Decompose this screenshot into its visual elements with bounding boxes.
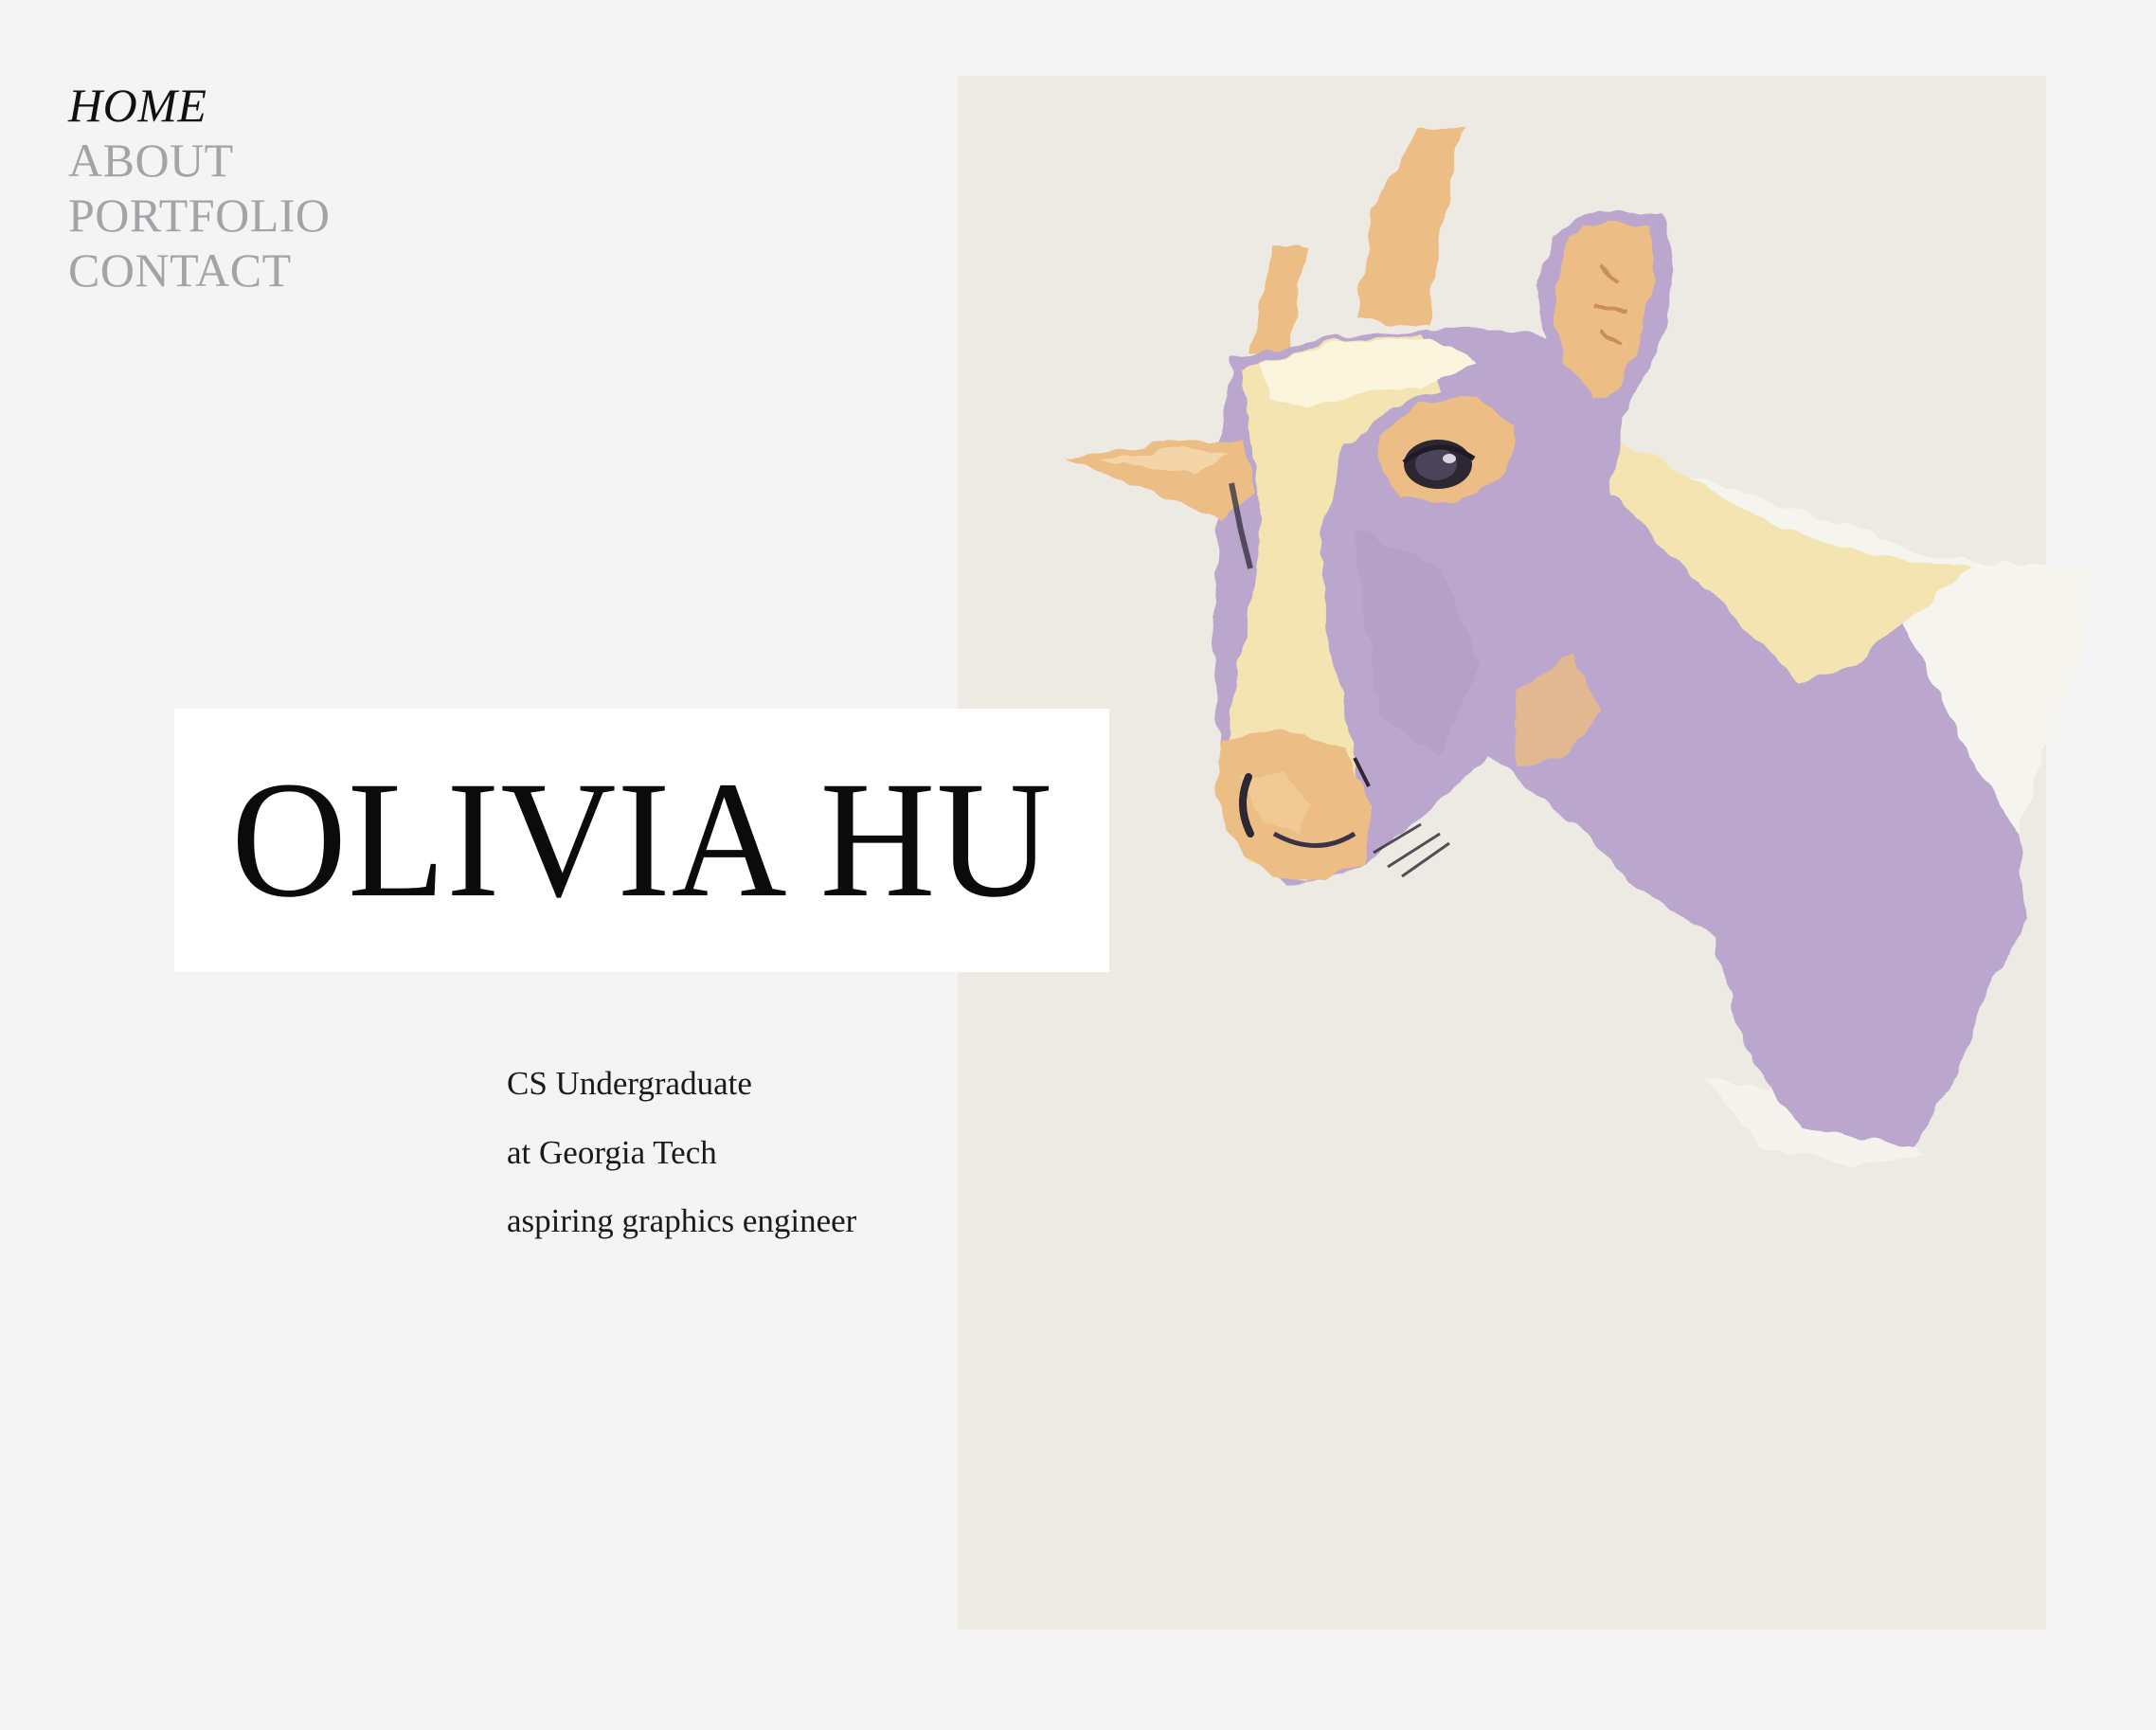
page-title: OLIVIA HU — [230, 748, 1053, 932]
artwork-panel — [958, 76, 2046, 1630]
tagline-line: aspiring graphics engineer — [507, 1202, 857, 1239]
nav-home-link[interactable]: HOME — [68, 78, 331, 133]
main-nav: HOME ABOUT PORTFOLIO CONTACT — [68, 78, 331, 297]
tagline: CS Undergraduate at Georgia Tech aspirin… — [507, 1050, 856, 1256]
name-card: OLIVIA HU — [174, 709, 1109, 972]
tagline-line: at Georgia Tech — [507, 1133, 717, 1171]
nav-about-link[interactable]: ABOUT — [68, 133, 331, 188]
tagline-line: CS Undergraduate — [507, 1065, 752, 1102]
nav-contact-link[interactable]: CONTACT — [68, 243, 331, 297]
nav-portfolio-link[interactable]: PORTFOLIO — [68, 188, 331, 243]
